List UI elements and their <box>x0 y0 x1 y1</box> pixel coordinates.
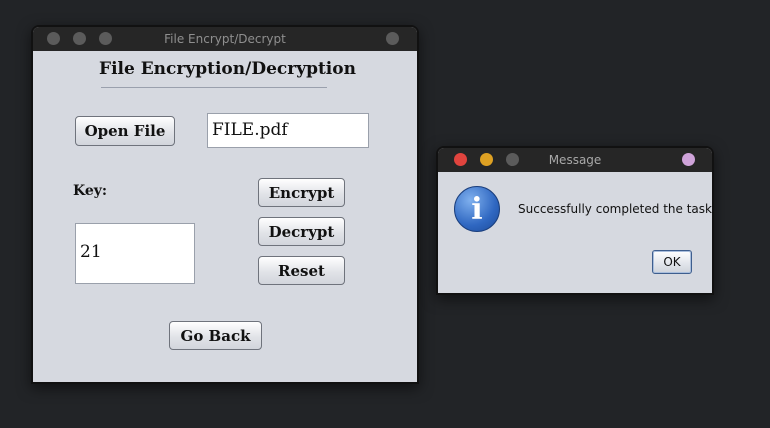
close-button[interactable] <box>454 153 467 166</box>
zoom-button[interactable] <box>506 153 519 166</box>
window-menu-button[interactable] <box>386 32 399 45</box>
info-icon: i <box>454 186 500 232</box>
page-title: File Encryption/Decryption <box>99 59 356 79</box>
title-divider <box>101 87 327 88</box>
message-dialog: Message i Successfully completed the tas… <box>436 146 714 295</box>
zoom-button[interactable] <box>99 32 112 45</box>
close-button[interactable] <box>47 32 60 45</box>
minimize-button[interactable] <box>73 32 86 45</box>
main-titlebar[interactable]: File Encrypt/Decrypt <box>33 27 417 51</box>
window-title: File Encrypt/Decrypt <box>164 32 286 46</box>
reset-button[interactable]: Reset <box>258 256 345 285</box>
key-input[interactable]: 21 <box>75 223 195 284</box>
dialog-content: i Successfully completed the task OK <box>438 172 712 293</box>
ok-button[interactable]: OK <box>652 250 692 274</box>
minimize-button[interactable] <box>480 153 493 166</box>
main-content: File Encryption/Decryption Open File FIL… <box>33 51 417 382</box>
file-encrypt-window: File Encrypt/Decrypt File Encryption/Dec… <box>31 25 419 384</box>
window-menu-button[interactable] <box>682 153 695 166</box>
encrypt-button[interactable]: Encrypt <box>258 178 345 207</box>
open-file-button[interactable]: Open File <box>75 116 175 146</box>
file-name-field[interactable]: FILE.pdf <box>207 113 369 148</box>
key-label: Key: <box>73 183 108 199</box>
go-back-button[interactable]: Go Back <box>169 321 262 350</box>
dialog-titlebar[interactable]: Message <box>438 148 712 172</box>
decrypt-button[interactable]: Decrypt <box>258 217 345 246</box>
dialog-message: Successfully completed the task <box>518 202 712 216</box>
dialog-title: Message <box>548 153 602 167</box>
